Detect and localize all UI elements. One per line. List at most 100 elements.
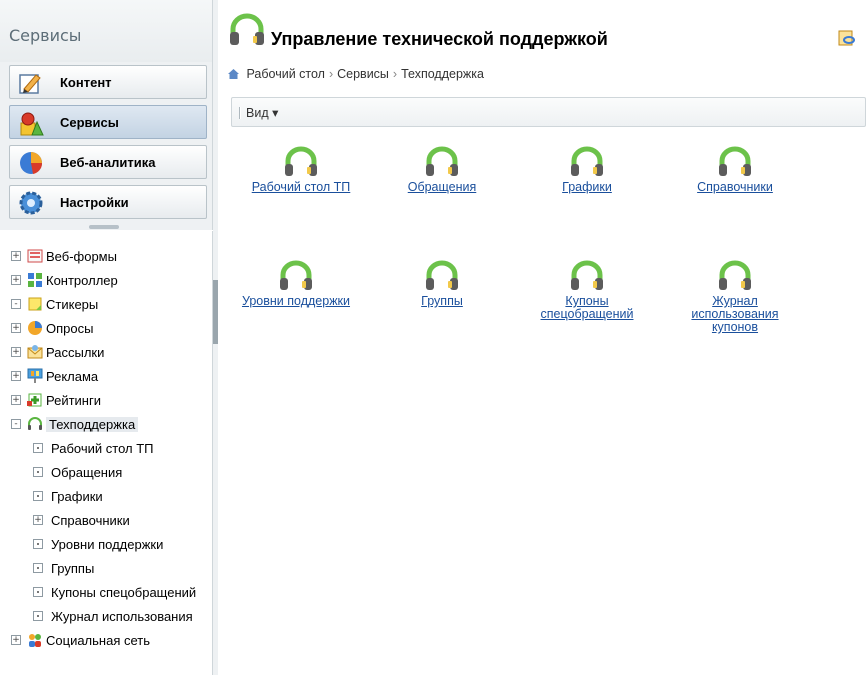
- link-icon[interactable]: [838, 30, 856, 46]
- main-content: Управление технической поддержкой Рабочи…: [218, 0, 866, 675]
- page-title: Управление технической поддержкой: [271, 29, 608, 49]
- toolbar: Вид ▾: [231, 97, 866, 127]
- web-analytics-button-label: Веб-аналитика: [60, 155, 156, 170]
- home-icon: [228, 69, 239, 79]
- expand-toggle[interactable]: +: [11, 275, 21, 285]
- services-icon: [20, 112, 44, 136]
- headset-icon: [426, 146, 458, 176]
- services-tree: + Веб-формы + Контроллер - Стикеры + Опр…: [0, 231, 213, 675]
- breadcrumb-desktop[interactable]: Рабочий стол: [246, 67, 324, 81]
- leaf-marker: [33, 611, 43, 621]
- tile-label[interactable]: Группы: [372, 295, 512, 308]
- social-network-icon: [29, 634, 41, 647]
- tree-item-label: Рассылки: [46, 345, 105, 360]
- tree-item-ratings[interactable]: + Рейтинги: [0, 390, 212, 412]
- tree-item-label: Журнал использования: [51, 609, 193, 624]
- expand-toggle[interactable]: +: [11, 635, 21, 645]
- tile-graphs[interactable]: Графики: [517, 145, 657, 194]
- stickers-icon: [28, 297, 42, 311]
- mailing-icon: [27, 345, 43, 359]
- tree-item-label: Купоны спецобращений: [51, 585, 197, 600]
- tree-item-advertising[interactable]: + Реклама: [0, 366, 212, 388]
- breadcrumb-separator: ›: [392, 67, 398, 81]
- content-icon: [19, 74, 41, 94]
- breadcrumb-separator: ›: [328, 67, 334, 81]
- headset-icon: [571, 260, 603, 290]
- tree-child-dictionaries[interactable]: + Справочники: [0, 510, 212, 532]
- settings-button-label: Настройки: [60, 195, 129, 210]
- services-button[interactable]: Сервисы: [9, 105, 207, 139]
- tile-label[interactable]: Уровни поддержки: [226, 295, 366, 308]
- analytics-icon: [20, 152, 43, 174]
- expand-toggle[interactable]: +: [11, 371, 21, 381]
- tile-support-desk[interactable]: Рабочий стол ТП: [231, 145, 371, 194]
- tree-child-support-desk[interactable]: Рабочий стол ТП: [0, 438, 212, 460]
- tree-child-groups[interactable]: Группы: [0, 558, 212, 580]
- view-menu-button[interactable]: Вид ▾: [246, 105, 278, 120]
- web-analytics-button[interactable]: Веб-аналитика: [9, 145, 207, 179]
- expand-toggle[interactable]: +: [11, 251, 21, 261]
- tile-support-levels[interactable]: Уровни поддержки: [226, 259, 366, 308]
- expand-toggle[interactable]: +: [11, 347, 21, 357]
- tree-child-tickets[interactable]: Обращения: [0, 462, 212, 484]
- services-button-label: Сервисы: [60, 115, 119, 130]
- tile-label[interactable]: Обращения: [372, 181, 512, 194]
- expand-toggle[interactable]: +: [11, 395, 21, 405]
- tile-dictionaries[interactable]: Справочники: [665, 145, 805, 194]
- tree-child-support-levels[interactable]: Уровни поддержки: [0, 534, 212, 556]
- tree-item-stickers[interactable]: - Стикеры: [0, 294, 212, 316]
- tile-label[interactable]: Рабочий стол ТП: [231, 181, 371, 194]
- ratings-icon: [27, 393, 42, 407]
- headset-icon: [426, 260, 458, 290]
- tree-item-label: Обращения: [51, 465, 123, 480]
- tile-label[interactable]: Справочники: [665, 181, 805, 194]
- sidebar-resize-grip[interactable]: [89, 225, 119, 229]
- tile-label[interactable]: Купоны спецобращений: [537, 295, 637, 321]
- tree-item-label: Веб-формы: [46, 249, 117, 264]
- tree-item-web-forms[interactable]: + Веб-формы: [0, 246, 212, 268]
- tile-label[interactable]: Графики: [517, 181, 657, 194]
- headset-icon: [285, 146, 317, 176]
- tree-item-label: Уровни поддержки: [51, 537, 164, 552]
- settings-button[interactable]: Настройки: [9, 185, 207, 219]
- leaf-marker: [33, 587, 43, 597]
- breadcrumb: Рабочий стол › Сервисы › Техподдержка: [228, 67, 484, 81]
- tile-label[interactable]: Журнал использования купонов: [685, 295, 785, 334]
- leaf-marker: [33, 443, 43, 453]
- headset-icon: [571, 146, 603, 176]
- tree-item-controller[interactable]: + Контроллер: [0, 270, 212, 292]
- leaf-marker: [33, 563, 43, 573]
- tile-groups[interactable]: Группы: [372, 259, 512, 308]
- tree-item-label: Группы: [51, 561, 95, 576]
- expand-toggle[interactable]: +: [33, 515, 43, 525]
- breadcrumb-services[interactable]: Сервисы: [337, 67, 389, 81]
- tree-item-mailing[interactable]: + Рассылки: [0, 342, 212, 364]
- tree-item-support[interactable]: - Техподдержка: [0, 414, 212, 436]
- headset-icon: [280, 260, 312, 290]
- tile-coupons[interactable]: Купоны спецобращений: [517, 259, 657, 321]
- collapse-toggle[interactable]: -: [11, 419, 21, 429]
- expand-toggle[interactable]: +: [11, 323, 21, 333]
- controller-icon: [28, 273, 42, 287]
- sidebar-title: Сервисы: [9, 26, 82, 45]
- content-button[interactable]: Контент: [9, 65, 207, 99]
- headset-icon: [719, 260, 751, 290]
- tree-child-coupons[interactable]: Купоны спецобращений: [0, 582, 212, 604]
- tree-child-coupon-log[interactable]: Журнал использования: [0, 606, 212, 628]
- tree-item-label: Графики: [51, 489, 103, 504]
- tree-item-label: Социальная сеть: [46, 633, 150, 648]
- tree-item-label: Рейтинги: [46, 393, 101, 408]
- breadcrumb-support: Техподдержка: [401, 67, 484, 81]
- toolbar-grip: [239, 107, 241, 119]
- leaf-marker: [33, 539, 43, 549]
- tree-child-graphs[interactable]: Графики: [0, 486, 212, 508]
- tile-tickets[interactable]: Обращения: [372, 145, 512, 194]
- tree-item-social-network[interactable]: + Социальная сеть: [0, 630, 212, 652]
- collapse-toggle[interactable]: -: [11, 299, 21, 309]
- tree-item-label: Реклама: [46, 369, 99, 384]
- polls-icon: [28, 321, 42, 335]
- tile-coupon-log[interactable]: Журнал использования купонов: [665, 259, 805, 334]
- tree-item-label: Контроллер: [46, 273, 118, 288]
- tree-item-label: Техподдержка: [46, 417, 139, 432]
- tree-item-polls[interactable]: + Опросы: [0, 318, 212, 340]
